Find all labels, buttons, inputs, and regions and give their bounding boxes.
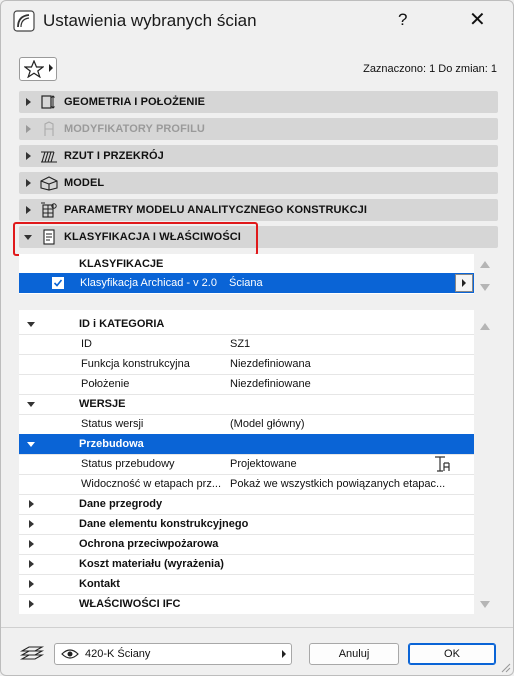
chevron-right-icon <box>29 520 34 528</box>
settings-dialog: Ustawienia wybranych ścian ? ✕ Zaznaczon… <box>0 0 514 676</box>
property-name: Status wersji <box>81 418 144 430</box>
property-value[interactable]: Pokaż we wszystkich powiązanych etapac..… <box>230 478 445 490</box>
property-value[interactable]: SZ1 <box>230 338 250 350</box>
property-group-ifc[interactable]: WŁAŚCIWOŚCI IFC <box>19 594 474 614</box>
help-button[interactable]: ? <box>398 10 407 30</box>
property-name: ID <box>81 338 92 350</box>
chevron-down-icon <box>27 402 35 407</box>
section-label: MODEL <box>64 177 105 189</box>
chevron-right-icon <box>26 179 31 187</box>
chevron-right-icon <box>29 600 34 608</box>
property-value[interactable]: Niezdefiniowana <box>230 358 311 370</box>
footer-divider <box>1 627 513 628</box>
highlight-box <box>13 222 258 256</box>
chevron-right-icon <box>462 279 466 287</box>
properties-scroll-down[interactable] <box>480 601 490 608</box>
property-group-structural-element-data[interactable]: Dane elementu konstrukcyjnego <box>19 514 474 535</box>
selection-info: Zaznaczono: 1 Do zmian: 1 <box>363 63 497 75</box>
classification-picker-button[interactable] <box>455 274 473 292</box>
chevron-right-icon <box>49 64 53 72</box>
favorites-button[interactable] <box>19 57 57 81</box>
geometry-icon <box>41 95 55 109</box>
property-group-renovation[interactable]: Przebudowa <box>19 434 474 455</box>
chevron-right-icon <box>26 98 31 106</box>
property-group-versions[interactable]: WERSJE <box>19 394 474 415</box>
chevron-right-icon <box>26 152 31 160</box>
property-group-fire-protection[interactable]: Ochrona przeciwpożarowa <box>19 534 474 555</box>
property-group-material-cost[interactable]: Koszt materiału (wyrażenia) <box>19 554 474 575</box>
classification-scroll-down[interactable] <box>480 284 490 291</box>
group-title: Dane przegrody <box>79 498 163 510</box>
resize-grip-icon[interactable] <box>499 661 511 673</box>
section-label: PARAMETRY MODELU ANALITYCZNEGO KONSTRUKC… <box>64 204 368 216</box>
checkbox-checked-icon[interactable] <box>52 277 64 289</box>
section-profile-modifiers: MODYFIKATORY PROFILU <box>19 118 498 140</box>
property-name: Położenie <box>81 378 130 390</box>
floor-plan-section-icon <box>41 151 57 163</box>
properties-panel: ID i KATEGORIA ID SZ1 Funkcja konstrukcy… <box>19 310 474 614</box>
archicad-app-icon <box>13 10 35 32</box>
classification-value: Ściana <box>229 277 263 289</box>
property-row[interactable]: Funkcja konstrukcyjna Niezdefiniowana <box>19 354 474 375</box>
classification-scroll-up[interactable] <box>480 261 490 268</box>
section-model[interactable]: MODEL <box>19 172 498 194</box>
group-title: Ochrona przeciwpożarowa <box>79 538 219 550</box>
group-title: ID i KATEGORIA <box>79 318 165 330</box>
group-title: WERSJE <box>79 398 126 410</box>
eye-icon <box>61 649 79 659</box>
property-name: Status przebudowy <box>81 458 175 470</box>
profile-modifier-icon <box>44 121 54 136</box>
section-label: MODYFIKATORY PROFILU <box>64 123 205 135</box>
chevron-right-icon <box>29 500 34 508</box>
window-title: Ustawienia wybranych ścian <box>43 11 257 30</box>
property-group-contact[interactable]: Kontakt <box>19 574 474 595</box>
classification-panel: KLASYFIKACJE Klasyfikacja Archicad - v 2… <box>19 254 474 294</box>
section-label: GEOMETRIA I POŁOŻENIE <box>64 96 206 108</box>
favorite-view-select[interactable]: 420-K Ściany <box>54 643 292 665</box>
classification-system: Klasyfikacja Archicad - v 2.0 <box>80 277 217 289</box>
property-group-id-category[interactable]: ID i KATEGORIA <box>19 314 474 335</box>
property-row[interactable]: ID SZ1 <box>19 334 474 355</box>
group-title: Dane elementu konstrukcyjnego <box>79 518 249 530</box>
section-geometry[interactable]: GEOMETRIA I POŁOŻENIE <box>19 91 498 113</box>
star-icon <box>24 60 44 78</box>
property-value[interactable]: Projektowane <box>230 458 297 470</box>
property-value[interactable]: (Model główny) <box>230 418 305 430</box>
chevron-right-icon <box>282 650 286 658</box>
section-label: RZUT I PRZEKRÓJ <box>64 150 164 162</box>
classification-row[interactable]: Klasyfikacja Archicad - v 2.0 Ściana <box>19 273 474 293</box>
renovation-filter-icon[interactable] <box>433 455 451 473</box>
chevron-down-icon <box>27 322 35 327</box>
group-title: Koszt materiału (wyrażenia) <box>79 558 224 570</box>
chevron-right-icon <box>29 580 34 588</box>
cancel-button[interactable]: Anuluj <box>309 643 399 665</box>
group-title: WŁAŚCIWOŚCI IFC <box>79 598 181 610</box>
property-value[interactable]: Niezdefiniowane <box>230 378 311 390</box>
chevron-right-icon <box>26 206 31 214</box>
property-name: Funkcja konstrukcyjna <box>81 358 190 370</box>
structural-analytical-icon <box>41 202 57 218</box>
close-button[interactable]: ✕ <box>469 7 486 32</box>
property-group-partition-data[interactable]: Dane przegrody <box>19 494 474 515</box>
chevron-right-icon <box>29 560 34 568</box>
layers-icon <box>19 646 45 660</box>
model-icon <box>40 176 58 191</box>
property-row[interactable]: Położenie Niezdefiniowane <box>19 374 474 395</box>
section-structural-analytical[interactable]: PARAMETRY MODELU ANALITYCZNEGO KONSTRUKC… <box>19 199 498 221</box>
classification-header: KLASYFIKACJE <box>79 258 164 270</box>
chevron-right-icon <box>26 125 31 133</box>
group-title: Kontakt <box>79 578 120 590</box>
chevron-right-icon <box>29 540 34 548</box>
ok-button[interactable]: OK <box>408 643 496 665</box>
section-floor-plan[interactable]: RZUT I PRZEKRÓJ <box>19 145 498 167</box>
chevron-down-icon <box>27 442 35 447</box>
properties-scroll-up[interactable] <box>480 323 490 330</box>
title-bar: Ustawienia wybranych ścian ? ✕ <box>1 1 513 41</box>
favorite-view-label: 420-K Ściany <box>85 648 151 660</box>
property-row[interactable]: Widoczność w etapach prz... Pokaż we wsz… <box>19 474 474 495</box>
property-name: Widoczność w etapach prz... <box>81 478 222 490</box>
property-row[interactable]: Status wersji (Model główny) <box>19 414 474 435</box>
group-title: Przebudowa <box>79 438 144 450</box>
property-row[interactable]: Status przebudowy Projektowane <box>19 454 474 475</box>
